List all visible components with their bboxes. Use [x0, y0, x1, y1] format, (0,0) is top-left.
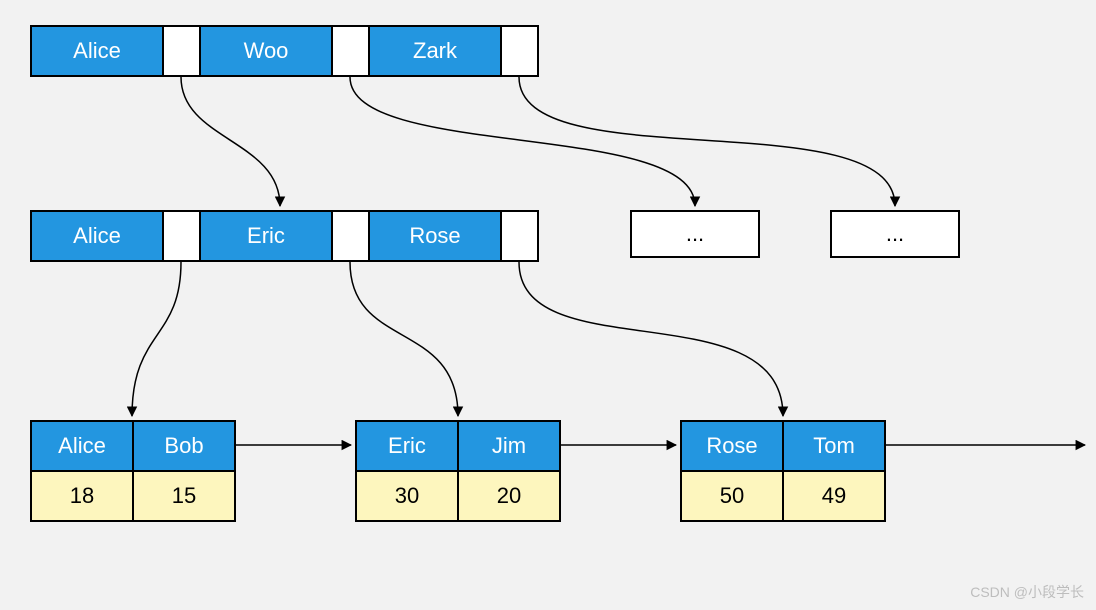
leaf1-key-0: Eric — [357, 422, 457, 470]
leaf1-val-1: 20 — [459, 472, 559, 520]
watermark: CSDN @小段学长 — [970, 582, 1084, 602]
leaf0-val-1: 15 — [134, 472, 234, 520]
internal0-key-0: Alice — [32, 212, 162, 260]
leaf-node-2: Rose Tom 50 49 — [680, 420, 886, 522]
internal2-label: ... — [832, 212, 958, 256]
leaf-node-1: Eric Jim 30 20 — [355, 420, 561, 522]
root-key-2: Zark — [370, 27, 500, 75]
leaf2-key-1: Tom — [784, 422, 884, 470]
leaf0-key-1: Bob — [134, 422, 234, 470]
internal-node-1-placeholder: ... — [630, 210, 760, 258]
internal-node-2-placeholder: ... — [830, 210, 960, 258]
internal0-ptr-2 — [502, 212, 537, 260]
leaf2-val-0: 50 — [682, 472, 782, 520]
root-key-1: Woo — [201, 27, 331, 75]
internal-node-0: Alice Eric Rose — [30, 210, 539, 262]
internal1-label: ... — [632, 212, 758, 256]
leaf2-val-1: 49 — [784, 472, 884, 520]
internal0-key-2: Rose — [370, 212, 500, 260]
internal0-key-1: Eric — [201, 212, 331, 260]
leaf0-key-0: Alice — [32, 422, 132, 470]
leaf1-key-1: Jim — [459, 422, 559, 470]
leaf1-val-0: 30 — [357, 472, 457, 520]
leaf0-val-0: 18 — [32, 472, 132, 520]
root-ptr-1 — [333, 27, 368, 75]
root-ptr-2 — [502, 27, 537, 75]
root-key-0: Alice — [32, 27, 162, 75]
root-node: Alice Woo Zark — [30, 25, 539, 77]
internal0-ptr-1 — [333, 212, 368, 260]
root-ptr-0 — [164, 27, 199, 75]
leaf2-key-0: Rose — [682, 422, 782, 470]
internal0-ptr-0 — [164, 212, 199, 260]
leaf-node-0: Alice Bob 18 15 — [30, 420, 236, 522]
